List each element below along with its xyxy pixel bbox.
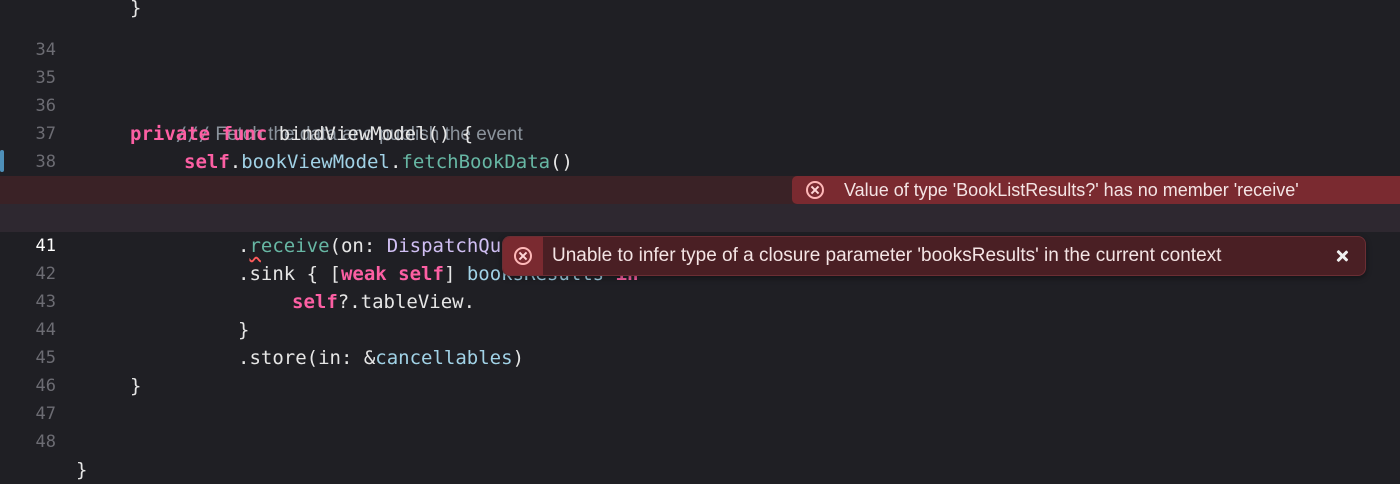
error-popup-icon-box (503, 237, 543, 275)
inline-error-annotation[interactable]: Value of type 'BookListResults?' has no … (792, 176, 1400, 204)
code-line-46: 46 (0, 344, 1400, 396)
code-line-48: 48 } (0, 400, 1400, 481)
error-popup[interactable]: Unable to infer type of a closure parame… (502, 236, 1366, 276)
line-number: 48 (35, 432, 56, 452)
error-circle-x-icon (806, 181, 824, 199)
code-text: } (130, 0, 142, 19)
code-line-41: 41 .sink { [weak self] booksResults in (0, 204, 1400, 285)
close-x-icon[interactable] (1329, 243, 1355, 269)
code-line-38: 38 (0, 120, 1400, 172)
code-text: } (76, 459, 88, 481)
code-line-39: 39 bookViewModel.booksResults (0, 148, 1400, 229)
code-line-44: 44 .store(in: &cancellables) (0, 288, 1400, 369)
error-popup-message: Unable to infer type of a closure parame… (552, 245, 1222, 266)
code-line-45: 45 } (0, 316, 1400, 397)
code-line-34: 34 } (0, 0, 1400, 60)
code-line-47: 47 (0, 372, 1400, 424)
inline-error-message: Value of type 'BookListResults?' has no … (844, 179, 1299, 200)
code-line-37: 37 self.bookViewModel.fetchBookData() (0, 92, 1400, 173)
code-line-36: 36 private func bindViewModel() { (0, 64, 1400, 145)
error-circle-x-icon (514, 247, 532, 265)
code-line-35: 35 /// Fetch the data and publish the ev… (0, 36, 1400, 145)
